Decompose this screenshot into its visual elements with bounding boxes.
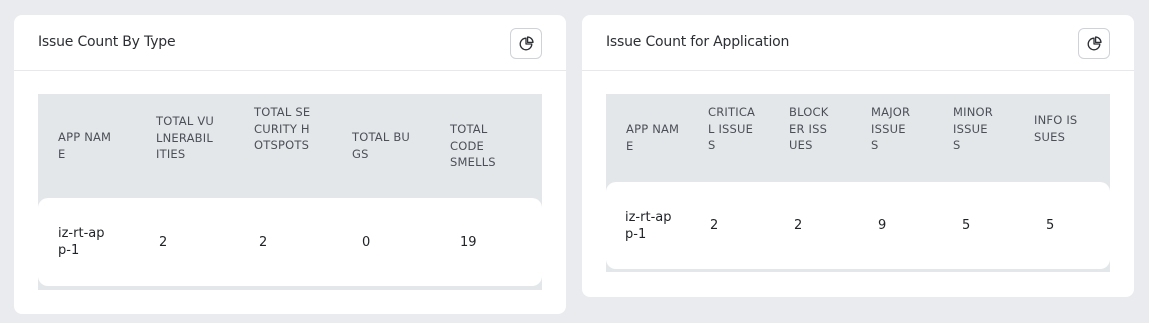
- cell-critical-issues: 2: [710, 218, 719, 233]
- panel-title: Issue Count for Application: [606, 34, 790, 50]
- panel-header: Issue Count for Application: [582, 15, 1134, 71]
- pie-chart-icon: [519, 35, 534, 50]
- panel-title: Issue Count By Type: [38, 34, 176, 50]
- cell-major-issues: 9: [878, 218, 887, 233]
- cell-total-security-hotspots: 2: [259, 235, 268, 250]
- column-header-total-code-smells: TOTAL CODE SMELLS: [450, 122, 496, 169]
- cell-minor-issues: 5: [962, 218, 971, 233]
- table-row: iz-rt-app-1 2 2 9 5 5: [606, 182, 1110, 269]
- column-header-minor-issues: MINOR ISSUES: [953, 105, 993, 152]
- column-header-total-security-hotspots: TOTAL SECURITY HOTSPOTS: [254, 105, 311, 152]
- column-header-critical-issues: CRITICAL ISSUES: [708, 105, 756, 152]
- issue-type-table: APP NAME TOTAL VULNERABILITIES TOTAL SEC…: [38, 94, 542, 290]
- column-header-app-name: APP NAME: [58, 130, 112, 161]
- cell-total-vulnerabilities: 2: [159, 235, 168, 250]
- table-row: iz-rt-app-1 2 2 0 19: [38, 198, 542, 286]
- chart-view-button[interactable]: [1078, 28, 1110, 59]
- application-issue-table: APP NAME CRITICAL ISSUES BLOCKER ISSUES …: [606, 94, 1110, 272]
- column-header-info-issues: INFO ISSUES: [1034, 113, 1078, 144]
- column-header-total-vulnerabilities: TOTAL VULNERABILITIES: [156, 114, 215, 161]
- column-header-total-bugs: TOTAL BUGS: [352, 130, 411, 161]
- panel-header: Issue Count By Type: [14, 15, 566, 71]
- cell-blocker-issues: 2: [794, 218, 803, 233]
- table-header: APP NAME CRITICAL ISSUES BLOCKER ISSUES …: [606, 94, 1110, 182]
- cell-app-name: iz-rt-app-1: [58, 226, 105, 258]
- column-header-app-name: APP NAME: [626, 122, 680, 153]
- cell-total-code-smells: 19: [460, 235, 477, 250]
- chart-view-button[interactable]: [510, 28, 542, 59]
- cell-total-bugs: 0: [362, 235, 371, 250]
- cell-app-name: iz-rt-app-1: [625, 210, 672, 242]
- issue-count-for-application-panel: Issue Count for Application APP NAME CRI…: [582, 15, 1134, 297]
- column-header-blocker-issues: BLOCKER ISSUES: [789, 105, 829, 152]
- table-header: APP NAME TOTAL VULNERABILITIES TOTAL SEC…: [38, 94, 542, 198]
- issue-count-by-type-panel: Issue Count By Type APP NAME TOTAL VULNE…: [14, 15, 566, 314]
- cell-info-issues: 5: [1046, 218, 1055, 233]
- pie-chart-icon: [1087, 35, 1102, 50]
- column-header-major-issues: MAJOR ISSUES: [871, 105, 911, 152]
